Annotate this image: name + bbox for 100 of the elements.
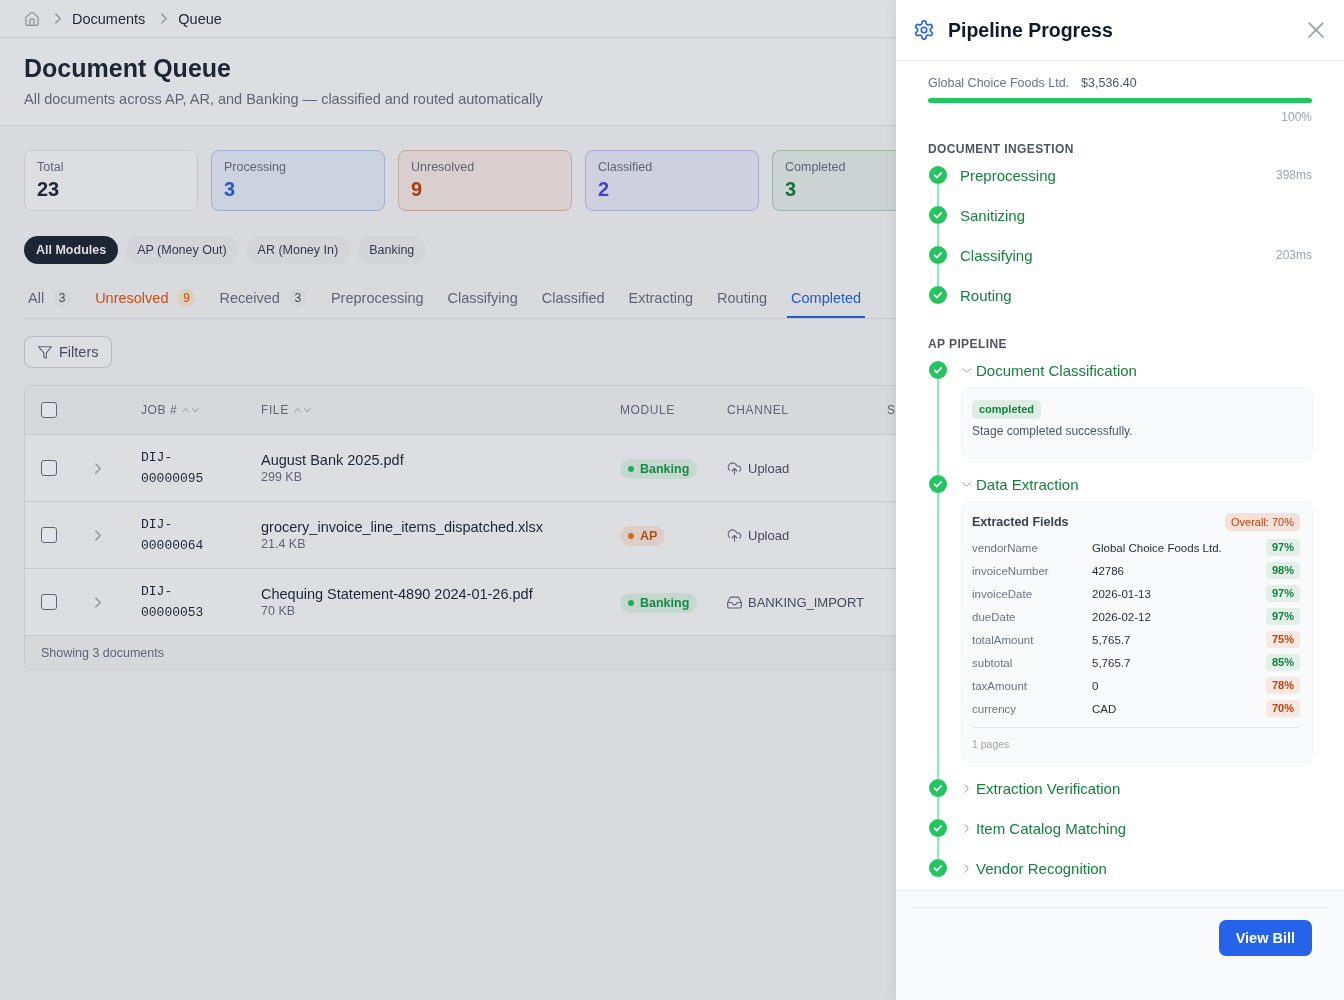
confidence-badge: 70% [1265,700,1300,717]
confidence-badge: 97% [1265,608,1300,625]
channel-label: Upload [748,460,790,476]
status-tab[interactable]: Completed [787,280,866,318]
count-badge: 3 [53,289,72,307]
timeline-connector [937,797,939,819]
module-filter[interactable]: Banking [357,236,427,264]
step-label: Sanitizing [960,206,1026,224]
timeline-connector [937,184,939,206]
file-size: 299 KB [261,469,303,485]
step-label: Routing [960,286,1012,304]
filter-icon [38,345,52,359]
stage-toggle[interactable]: Data Extraction [960,466,1079,502]
file-name: grocery_invoice_line_items_dispatched.xlsx [261,518,545,536]
step-label: Classifying [960,246,1033,264]
chevron-down-icon[interactable] [962,481,971,487]
progress-percent: 100% [1280,109,1312,125]
status-tab[interactable]: Received 3 [215,280,311,318]
stat-value: 9 [411,177,424,201]
amount-text: $3,536.40 [1081,75,1137,92]
column-header[interactable]: JOB # [141,403,178,417]
chevron-right-icon[interactable] [95,529,101,541]
section-heading: AP PIPELINE [928,336,1008,352]
stat-label: Unresolved [411,159,476,175]
field-name: currency [972,702,1018,715]
row-checkbox[interactable] [41,460,57,476]
step-duration: 203ms [1275,248,1312,262]
confidence-badge: 97% [1265,585,1300,602]
file-name: August Bank 2025.pdf [261,451,405,469]
column-header: CHANNEL [727,403,789,417]
confidence-badge: 75% [1265,631,1300,648]
status-tab[interactable]: All 3 [24,280,76,318]
field-name: invoiceNumber [972,564,1050,577]
home-icon[interactable] [25,11,39,26]
table-row[interactable]: DIJ-00000095 August Bank 2025.pdf 299 KB Banking Upload [25,434,896,501]
sort-icon[interactable] [293,407,311,413]
module-filter[interactable]: AP (Money Out) [125,236,239,264]
chevron-right-icon[interactable] [964,863,969,873]
cloud-upload-icon [727,461,742,475]
step-label: Preprocessing [960,166,1056,184]
stat-label: Classified [598,159,654,175]
status-tab[interactable]: Routing [713,280,772,318]
view-bill-button[interactable]: View Bill [1218,920,1312,956]
close-button[interactable] [1308,22,1324,38]
breadcrumb-link[interactable]: Documents [72,10,146,27]
field-name: vendorName [972,541,1039,554]
page-subtitle: All documents across AP, AR, and Banking — classified and routed automatically [24,90,544,109]
module-filter[interactable]: AR (Money In) [245,236,351,264]
status-tab[interactable]: Extracting [624,280,698,318]
module-label: Banking [640,461,690,476]
select-all-checkbox[interactable] [41,402,57,418]
column-header: S [887,403,896,417]
row-count-text: Showing 3 documents [41,645,164,660]
chevron-right-icon[interactable] [95,596,101,608]
stat-value: 3 [785,177,798,201]
stage-toggle[interactable]: Vendor Recognition [960,850,1107,886]
sort-icon[interactable] [182,407,200,413]
stage-toggle[interactable]: Extraction Verification [960,770,1121,806]
stage-toggle[interactable]: Document Classification [960,352,1137,388]
status-tab[interactable]: Preprocessing [326,280,428,318]
status-tab[interactable]: Unresolved 9 [91,280,200,318]
status-tab[interactable]: Classifying [443,280,522,318]
timeline-connector [937,837,939,859]
row-checkbox[interactable] [41,594,57,610]
table-row[interactable]: DIJ-00000064 grocery_invoice_line_items_dispatched.xlsx 21.4 KB AP Upload [25,501,896,568]
timeline-connector [937,264,939,286]
step-duration: 398ms [1275,168,1312,182]
field-value: 5,765.7 [1092,656,1132,669]
field-name: totalAmount [972,633,1035,646]
field-value: 0 [1092,679,1100,692]
chevron-right-icon[interactable] [95,462,101,474]
column-header[interactable]: FILE [261,403,289,417]
field-value: 2026-01-13 [1092,587,1152,600]
panel-title: Pipeline Progress [948,18,1114,42]
status-tab[interactable]: Classified [537,280,609,318]
confidence-badge: 97% [1265,539,1300,556]
stat-value: 2 [598,177,611,201]
module-label: AP [640,528,658,543]
job-number: DIJ-00000064 [141,516,205,555]
breadcrumb-link[interactable]: Queue [178,10,222,27]
timeline-connector [937,224,939,246]
job-number: DIJ-00000053 [141,583,205,622]
page-count: 1 pages [972,737,1011,751]
field-value: 2026-02-12 [1092,610,1152,623]
file-size: 21.4 KB [261,536,307,552]
file-name: Chequing Statement-4890 2024-01-26.pdf [261,585,534,603]
row-checkbox[interactable] [41,527,57,543]
filters-button[interactable]: Filters [24,336,113,368]
module-filter[interactable]: All Modules [24,236,119,264]
stat-label: Completed [785,159,847,175]
field-value: 5,765.7 [1092,633,1132,646]
chevron-right-icon[interactable] [964,823,969,833]
field-name: dueDate [972,610,1017,623]
channel-label: Upload [748,527,790,543]
stat-label: Processing [224,159,287,175]
chevron-down-icon[interactable] [962,367,971,373]
chevron-right-icon [161,13,168,24]
chevron-right-icon[interactable] [964,783,969,793]
stage-toggle[interactable]: Item Catalog Matching [960,810,1127,846]
field-name: taxAmount [972,679,1028,692]
